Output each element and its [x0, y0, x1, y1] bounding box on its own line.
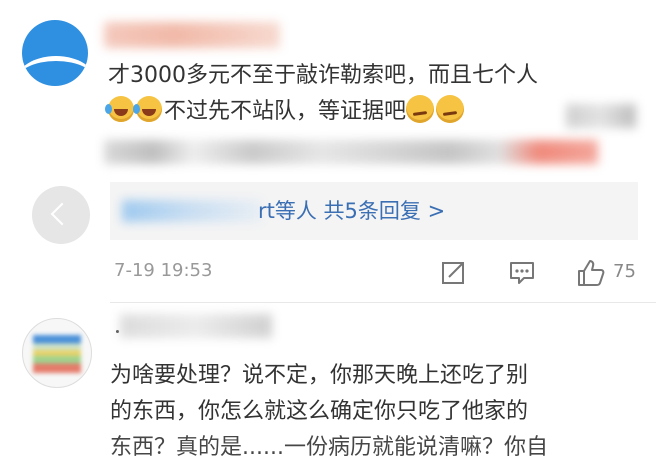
reply-users-blurred [122, 200, 262, 222]
blurred-text [566, 104, 636, 128]
comment-line-3: 东西？真的是......一份病历就能说清嘛？你自 [110, 435, 548, 460]
replies-link[interactable]: rt等人 共5条回复 > [258, 196, 445, 226]
comment-line-1: 为啥要处理？说不定，你那天晚上还吃了别 [110, 363, 529, 388]
dot [116, 330, 119, 333]
comment-line-2: 的东西，你怎么就这么确定你只吃了他家的 [110, 399, 529, 424]
replies-box[interactable]: rt等人 共5条回复 > [110, 182, 638, 240]
comment-icon[interactable] [508, 258, 536, 286]
avatar[interactable] [22, 318, 92, 388]
username-blurred[interactable] [104, 22, 280, 48]
back-button[interactable] [32, 186, 90, 244]
back-chevron-icon [50, 202, 74, 226]
comment-line-2-text: 不过先不站队，等证据吧 [164, 99, 407, 124]
avatar-logo-icon [22, 56, 88, 86]
timestamp: 7-19 19:53 [114, 260, 213, 281]
smirk-icon [436, 95, 465, 123]
laugh-cry-icon [105, 96, 134, 122]
comment-body: 为啥要处理？说不定，你那天晚上还吃了别 的东西，你怎么就这么确定你只吃了他家的 … [110, 358, 650, 466]
like-icon[interactable] [576, 258, 606, 288]
comment-line-1: 才3000多元不至于敲诈勒索吧，而且七个人 [108, 63, 538, 88]
share-icon[interactable] [440, 258, 468, 286]
divider [110, 302, 656, 303]
smirk-icon [406, 95, 435, 123]
comment-actions: 7-19 19:53 75 [110, 256, 640, 290]
avatar-image [33, 335, 81, 373]
laugh-cry-icon [133, 96, 162, 122]
blurred-text-row [104, 140, 598, 164]
username-blurred[interactable] [120, 314, 272, 338]
avatar[interactable] [22, 20, 88, 86]
like-count: 75 [613, 261, 636, 282]
